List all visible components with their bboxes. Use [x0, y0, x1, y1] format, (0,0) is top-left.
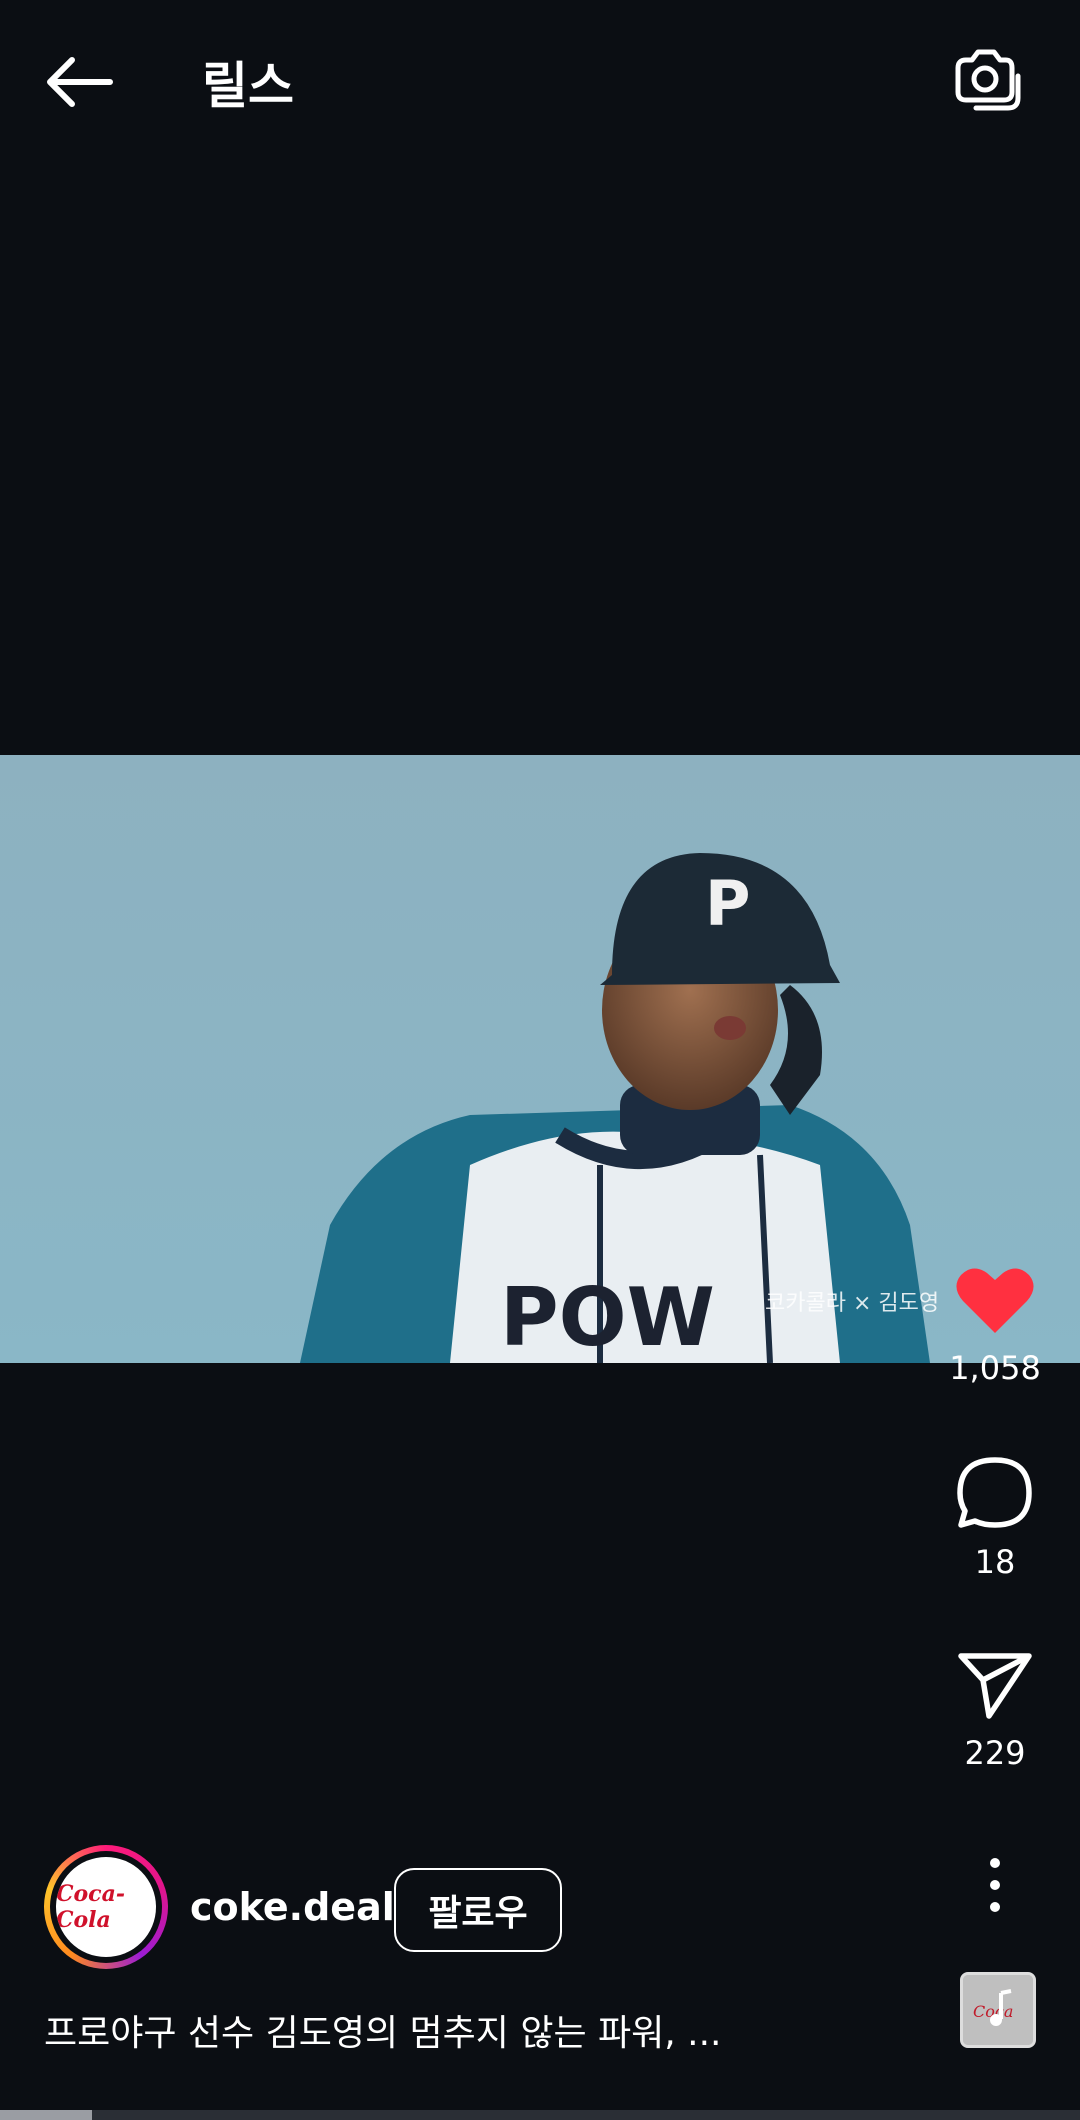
vertical-ellipsis-icon: [990, 1858, 1000, 1912]
video-progress-bar[interactable]: [0, 2110, 1080, 2120]
username[interactable]: coke.deal: [190, 1885, 395, 1929]
music-note-icon: Coca: [963, 1975, 1033, 2045]
send-icon: [958, 1653, 1032, 1719]
heart-filled-icon: [956, 1268, 1034, 1333]
like-action[interactable]: 1,058: [925, 1265, 1065, 1387]
more-options-button[interactable]: [965, 1855, 1025, 1915]
profile-avatar[interactable]: Coca-Cola: [44, 1845, 168, 1969]
reel-video[interactable]: POW P 코카콜라 × 김도영: [0, 755, 1080, 1363]
share-count: 229: [964, 1734, 1026, 1772]
video-progress-fill: [0, 2110, 92, 2120]
top-bar: 릴스: [0, 0, 1080, 160]
camera-icon: [955, 49, 1021, 111]
camera-button[interactable]: [950, 46, 1026, 116]
share-action[interactable]: 229: [925, 1650, 1065, 1772]
follow-button[interactable]: 팔로우: [394, 1868, 562, 1952]
back-button[interactable]: [40, 52, 120, 112]
svg-text:POW: POW: [500, 1271, 715, 1363]
coca-cola-logo: Coca-Cola: [56, 1857, 156, 1957]
arrow-left-icon: [47, 57, 113, 107]
like-count: 1,058: [949, 1349, 1041, 1387]
caption-text[interactable]: 프로야구 선수 김도영의 멈추지 않는 파워, ...: [44, 2004, 721, 2056]
svg-text:P: P: [705, 867, 750, 940]
comment-bubble-icon: [957, 1457, 1032, 1528]
page-title: 릴스: [202, 57, 294, 115]
comment-action[interactable]: 18: [925, 1455, 1065, 1581]
audio-track-button[interactable]: Coca: [960, 1972, 1036, 2048]
comment-count: 18: [974, 1543, 1016, 1581]
video-overlay-text: 코카콜라 × 김도영: [765, 1291, 939, 1316]
video-frame-image: POW P 코카콜라 × 김도영: [0, 755, 1080, 1363]
